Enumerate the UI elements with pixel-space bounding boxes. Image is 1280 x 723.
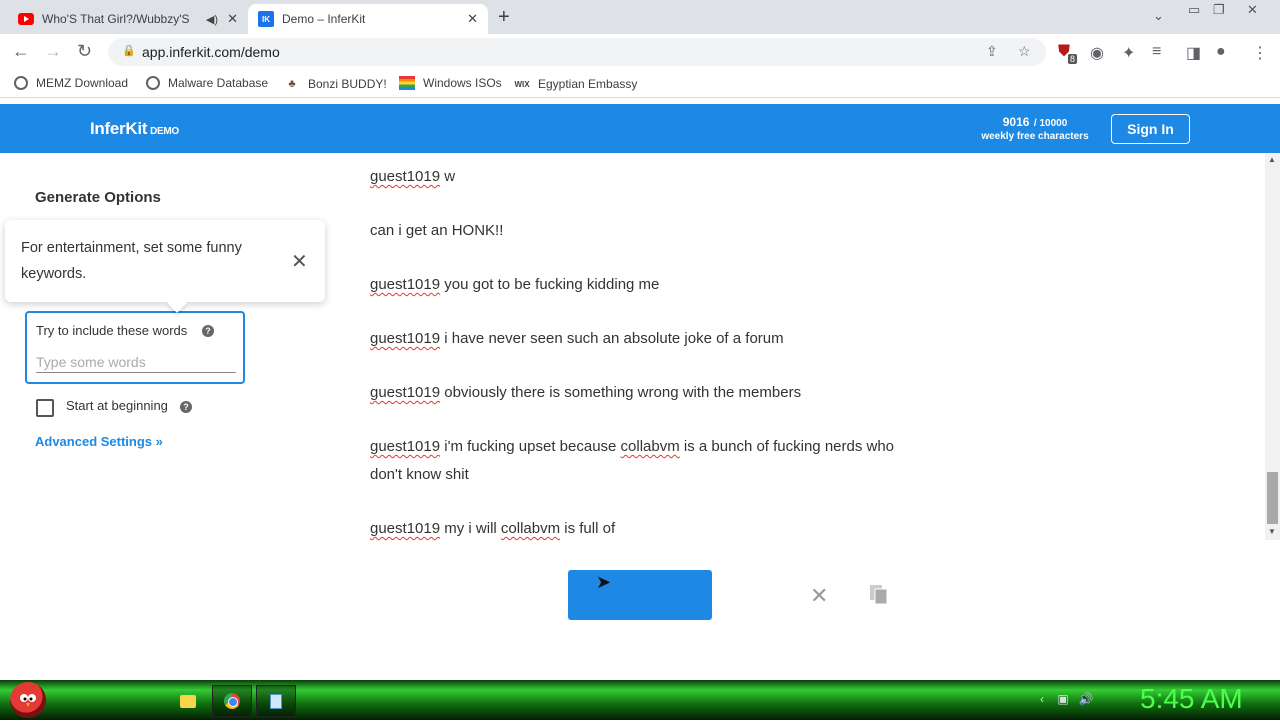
scroll-up-icon[interactable]: ▲: [1268, 155, 1276, 164]
output-line: guest1019 i'm fucking upset because coll…: [370, 438, 895, 483]
tooltip-arrow: [167, 293, 187, 313]
close-icon[interactable]: ✕: [291, 249, 308, 274]
start-at-beginning-checkbox[interactable]: [36, 399, 54, 417]
scrollbar-thumb[interactable]: [1267, 472, 1278, 524]
reload-button[interactable]: ↻: [77, 41, 92, 62]
generate-button[interactable]: [568, 570, 712, 620]
menu-icon[interactable]: ⋮: [1252, 43, 1268, 63]
browser-toolbar: ← → ↻ 🔒 app.inferkit.com/demo ⇪ ☆ ⛊ 8 ◉ …: [0, 34, 1280, 70]
output-line: guest1019 i have never seen such an abso…: [370, 330, 784, 347]
side-panel-icon[interactable]: ◨: [1186, 43, 1201, 63]
puzzle-icon[interactable]: ✦: [1122, 43, 1135, 63]
minimize-button[interactable]: ▭: [1188, 2, 1200, 18]
keywords-label: Try to include these words: [36, 323, 188, 338]
bookmark-bonzi[interactable]: ♣ Bonzi BUDDY!: [284, 76, 387, 92]
extension-icon[interactable]: ◉: [1090, 43, 1104, 63]
new-tab-button[interactable]: +: [498, 6, 510, 29]
bookmark-label: Malware Database: [168, 76, 269, 90]
bookmark-windows-isos[interactable]: Windows ISOs: [399, 76, 502, 90]
chrome-icon: [224, 693, 240, 709]
keywords-input[interactable]: [36, 351, 236, 373]
globe-icon: [14, 76, 28, 90]
generated-text[interactable]: guest1019 w can i get an HONK!! guest101…: [370, 163, 900, 569]
busy-cursor-icon: ➤: [596, 572, 612, 592]
angry-bird-icon: [20, 694, 36, 707]
close-icon[interactable]: ✕: [227, 11, 238, 27]
bookmark-label: Egyptian Embassy: [538, 77, 638, 91]
close-icon[interactable]: ✕: [467, 11, 478, 27]
taskbar-notepad[interactable]: [256, 685, 296, 717]
youtube-icon: [18, 13, 34, 25]
output-line: guest1019 you got to be fucking kidding …: [370, 276, 660, 293]
extension-badge: 8: [1068, 54, 1078, 64]
help-icon[interactable]: ?: [202, 325, 214, 337]
tab-title: Demo – InferKit: [282, 12, 366, 26]
taskbar-chrome[interactable]: [212, 685, 252, 717]
bookmark-label: MEMZ Download: [36, 76, 129, 90]
keywords-field[interactable]: Try to include these words ?: [25, 311, 245, 384]
chevron-down-icon[interactable]: ⌄: [1153, 8, 1164, 24]
tab-inferkit[interactable]: IK Demo – InferKit ✕: [248, 4, 488, 34]
taskbar-clock[interactable]: 5:45 AM: [1140, 683, 1243, 715]
sign-in-button[interactable]: Sign In: [1111, 114, 1190, 144]
media-icon[interactable]: ≡: [1152, 43, 1161, 61]
output-line: guest1019 obviously there is something w…: [370, 384, 802, 401]
bookmark-label: Bonzi BUDDY!: [308, 77, 387, 91]
keyword-tooltip: For entertainment, set some funny keywor…: [5, 220, 325, 313]
rainbow-flag-icon: [399, 76, 415, 90]
copy-icon[interactable]: [869, 584, 889, 606]
restore-button[interactable]: ❐: [1213, 2, 1225, 18]
start-button[interactable]: [10, 682, 46, 718]
bookmark-memz[interactable]: MEMZ Download: [14, 76, 128, 90]
inferkit-logo[interactable]: InferKit DEMO: [90, 119, 179, 139]
taskbar-file-explorer[interactable]: [168, 685, 208, 717]
profile-icon[interactable]: ●: [1216, 43, 1226, 61]
tooltip-text: For entertainment, set some funny keywor…: [21, 240, 242, 282]
tab-title: Who'S That Girl?/Wubbzy'S I: [42, 12, 192, 26]
system-tray[interactable]: ‹ ▣ 🔊: [1040, 692, 1094, 706]
tab-youtube[interactable]: Who'S That Girl?/Wubbzy'S I ◀) ✕: [8, 4, 248, 34]
output-line: can i get an HONK!!: [370, 222, 504, 239]
generate-options-title: Generate Options: [35, 189, 161, 206]
app-header: InferKit DEMO 9016 / 10000 weekly free ch…: [0, 104, 1280, 153]
bookmark-label: Windows ISOs: [423, 76, 502, 90]
share-icon[interactable]: ⇪: [986, 43, 998, 60]
tab-strip: Who'S That Girl?/Wubbzy'S I ◀) ✕ IK Demo…: [0, 0, 1280, 34]
wix-icon: WIX: [514, 79, 530, 89]
start-at-beginning-label: Start at beginning: [66, 398, 168, 413]
globe-icon: [146, 76, 160, 90]
inferkit-icon: IK: [258, 11, 274, 27]
scroll-down-icon[interactable]: ▼: [1268, 527, 1276, 536]
clear-output-button[interactable]: ✕: [810, 583, 828, 609]
back-button[interactable]: ←: [12, 41, 30, 62]
output-line: guest1019 my i will collabvm is full of: [370, 520, 616, 537]
bookmark-egyptian-embassy[interactable]: WIX Egyptian Embassy: [514, 76, 637, 92]
lock-icon: 🔒: [122, 45, 136, 57]
forward-button[interactable]: →: [44, 41, 62, 62]
close-window-button[interactable]: ✕: [1247, 2, 1258, 18]
advanced-settings-link[interactable]: Advanced Settings »: [35, 434, 163, 449]
bookmark-malware[interactable]: Malware Database: [146, 76, 268, 90]
quota-indicator: 9016 / 10000 weekly free characters: [981, 115, 1089, 142]
url-text: app.inferkit.com/demo: [142, 44, 280, 60]
speaker-icon[interactable]: ◀): [206, 13, 218, 26]
bonzi-icon: ♣: [288, 78, 296, 90]
bookmarks-bar: MEMZ Download Malware Database ♣ Bonzi B…: [0, 70, 1280, 98]
help-icon[interactable]: ?: [180, 401, 192, 413]
output-line: guest1019 w: [370, 168, 456, 185]
star-icon[interactable]: ☆: [1018, 43, 1031, 60]
address-bar[interactable]: 🔒 app.inferkit.com/demo ⇪ ☆: [108, 38, 1046, 66]
notepad-icon: [270, 693, 282, 709]
folder-icon: [180, 694, 196, 708]
